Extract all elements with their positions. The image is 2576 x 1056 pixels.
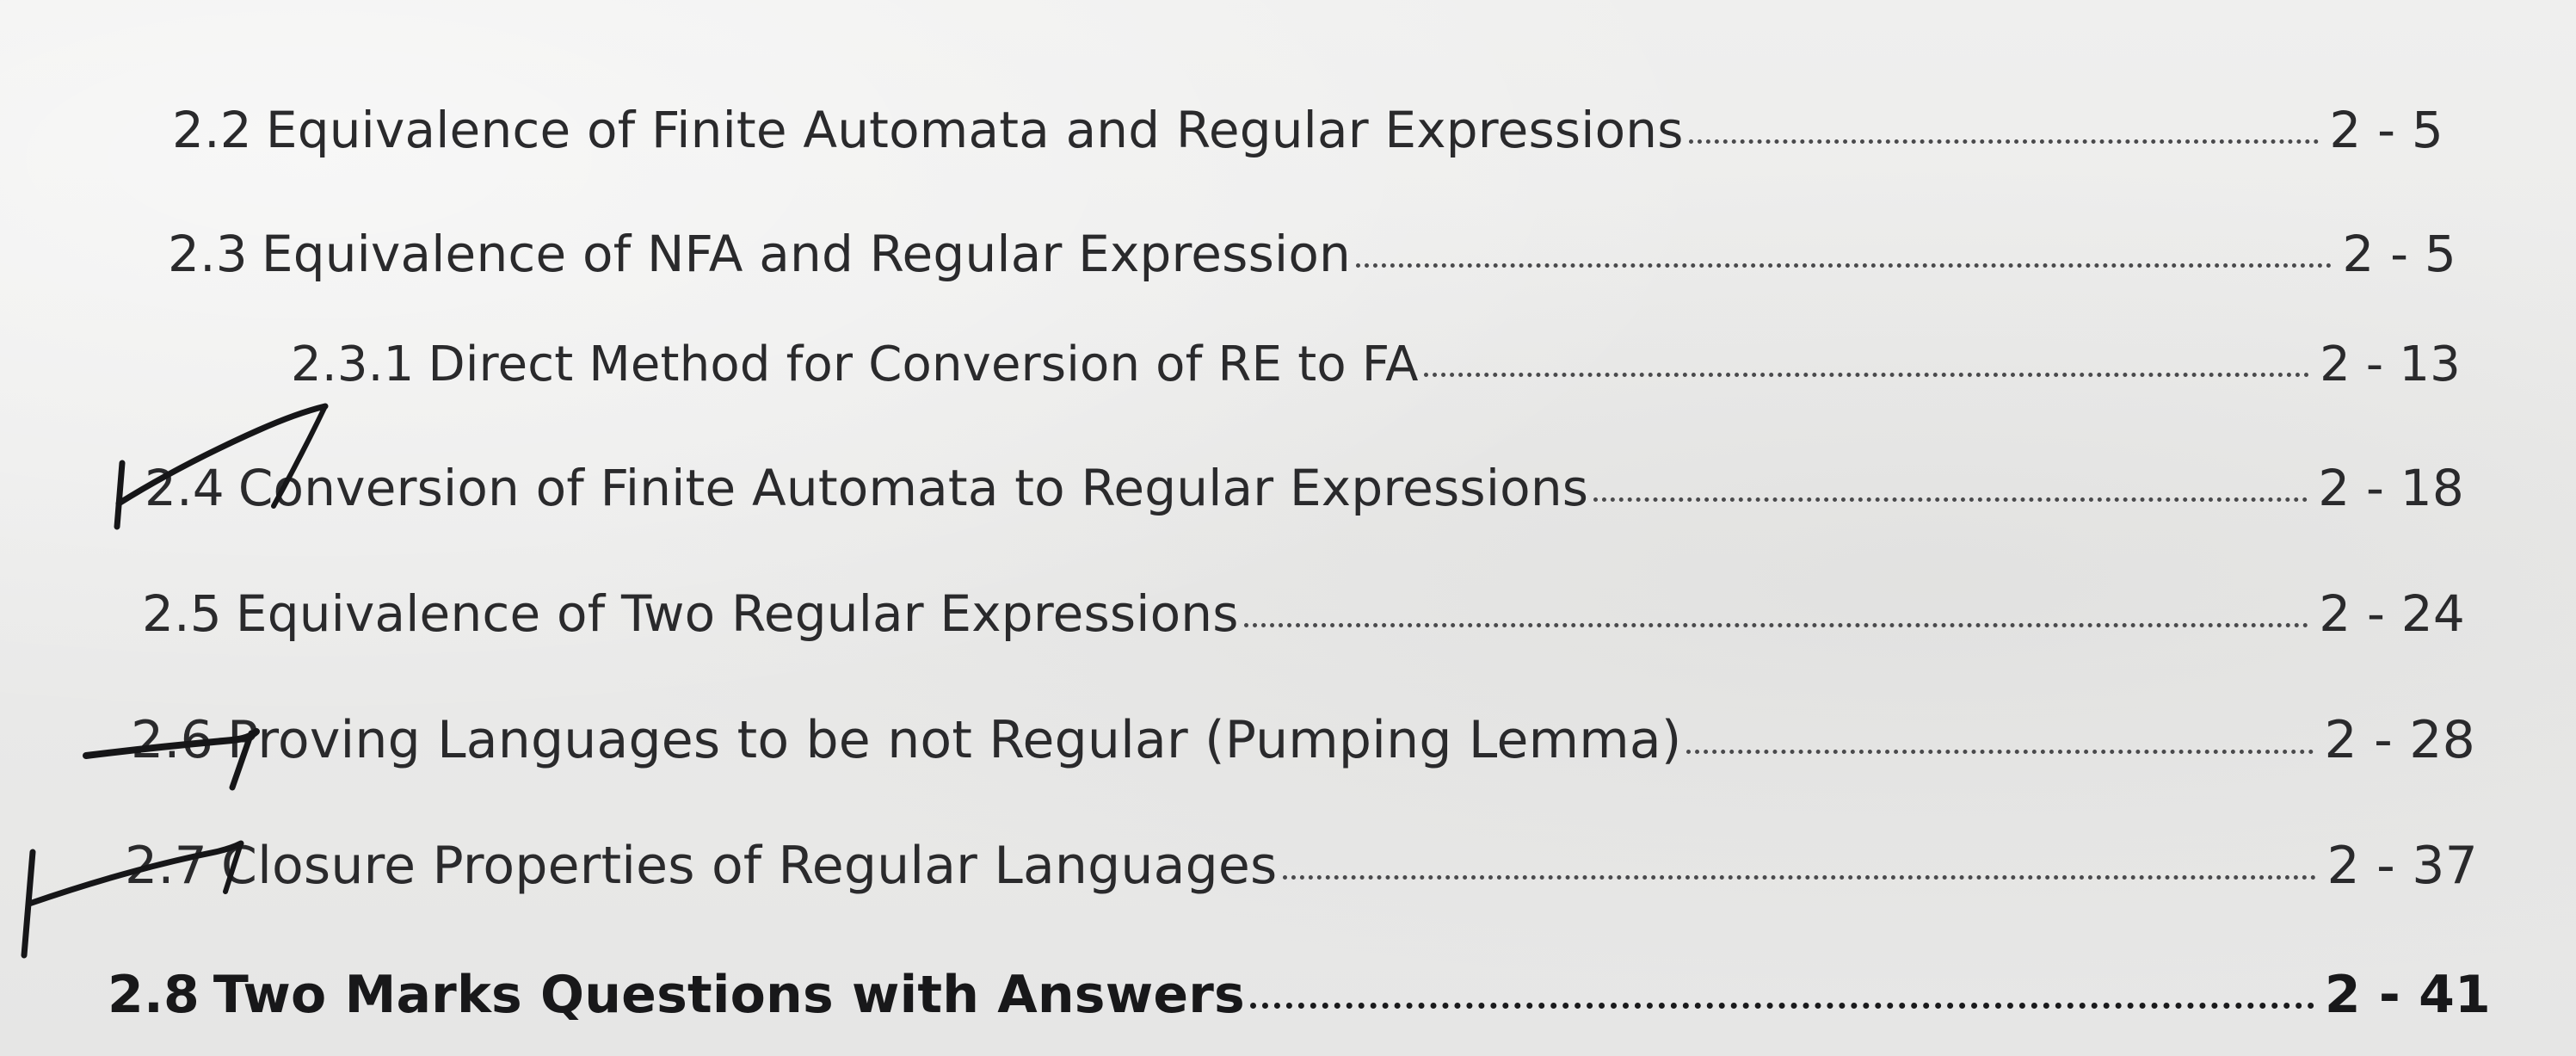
page-number: 2 - 13 bbox=[2320, 337, 2461, 392]
toc-entry-2-7[interactable]: 2.7 Closure Properties of Regular Langua… bbox=[125, 840, 2478, 892]
page-number: 2 - 24 bbox=[2319, 584, 2465, 643]
toc-entry-2-5[interactable]: 2.5 Equivalence of Two Regular Expressio… bbox=[142, 589, 2465, 639]
page-number: 2 - 37 bbox=[2326, 836, 2478, 896]
page-number: 2 - 18 bbox=[2318, 459, 2464, 517]
toc-entry-2-2[interactable]: 2.2 Equivalence of Finite Automata and R… bbox=[172, 105, 2444, 155]
page-number: 2 - 28 bbox=[2324, 710, 2475, 770]
toc-entry-2-4[interactable]: 2.4 Conversion of Finite Automata to Reg… bbox=[145, 463, 2464, 513]
dot-leader bbox=[1688, 139, 2320, 144]
dot-leader bbox=[1243, 623, 2309, 627]
section-number: 2.6 bbox=[131, 710, 214, 770]
section-number: 2.2 bbox=[172, 101, 252, 159]
pen-tick-mark bbox=[114, 460, 126, 530]
section-title: Two Marks Questions with Answers bbox=[213, 965, 1245, 1025]
toc-entry-2-3[interactable]: 2.3 Equivalence of NFA and Regular Expre… bbox=[168, 229, 2456, 279]
dot-leader bbox=[1355, 263, 2333, 268]
dot-leader bbox=[1249, 1003, 2314, 1009]
section-number: 2.4 bbox=[145, 459, 225, 517]
section-title: Direct Method for Conversion of RE to FA bbox=[428, 337, 1419, 392]
section-number: 2.7 bbox=[125, 836, 208, 896]
section-number: 2.5 bbox=[142, 584, 222, 643]
page-number: 2 - 5 bbox=[2329, 101, 2444, 159]
section-number: 2.3.1 bbox=[291, 337, 415, 392]
section-title: Equivalence of NFA and Regular Expressio… bbox=[261, 225, 1351, 283]
toc-entry-2-8[interactable]: 2.8 Two Marks Questions with Answers 2 -… bbox=[108, 969, 2491, 1021]
section-title: Equivalence of Two Regular Expressions bbox=[235, 584, 1239, 643]
section-title: Proving Languages to be not Regular (Pum… bbox=[227, 710, 1682, 770]
pen-tick-mark bbox=[21, 849, 36, 959]
dot-leader bbox=[1282, 875, 2317, 880]
section-title: Conversion of Finite Automata to Regular… bbox=[237, 459, 1589, 517]
section-title: Equivalence of Finite Automata and Regul… bbox=[265, 101, 1684, 159]
document-page: 2.2 Equivalence of Finite Automata and R… bbox=[0, 0, 2576, 1056]
dot-leader bbox=[1423, 373, 2310, 377]
section-number: 2.8 bbox=[108, 965, 200, 1025]
toc-entry-2-6[interactable]: 2.6 Proving Languages to be not Regular … bbox=[131, 714, 2475, 766]
page-number: 2 - 5 bbox=[2342, 225, 2456, 283]
section-title: Closure Properties of Regular Languages bbox=[221, 836, 1278, 896]
dot-leader bbox=[1686, 750, 2314, 754]
section-number: 2.3 bbox=[168, 225, 248, 283]
dot-leader bbox=[1593, 497, 2308, 502]
toc-entry-2-3-1[interactable]: 2.3.1 Direct Method for Conversion of RE… bbox=[291, 341, 2461, 389]
page-number: 2 - 41 bbox=[2324, 965, 2491, 1025]
